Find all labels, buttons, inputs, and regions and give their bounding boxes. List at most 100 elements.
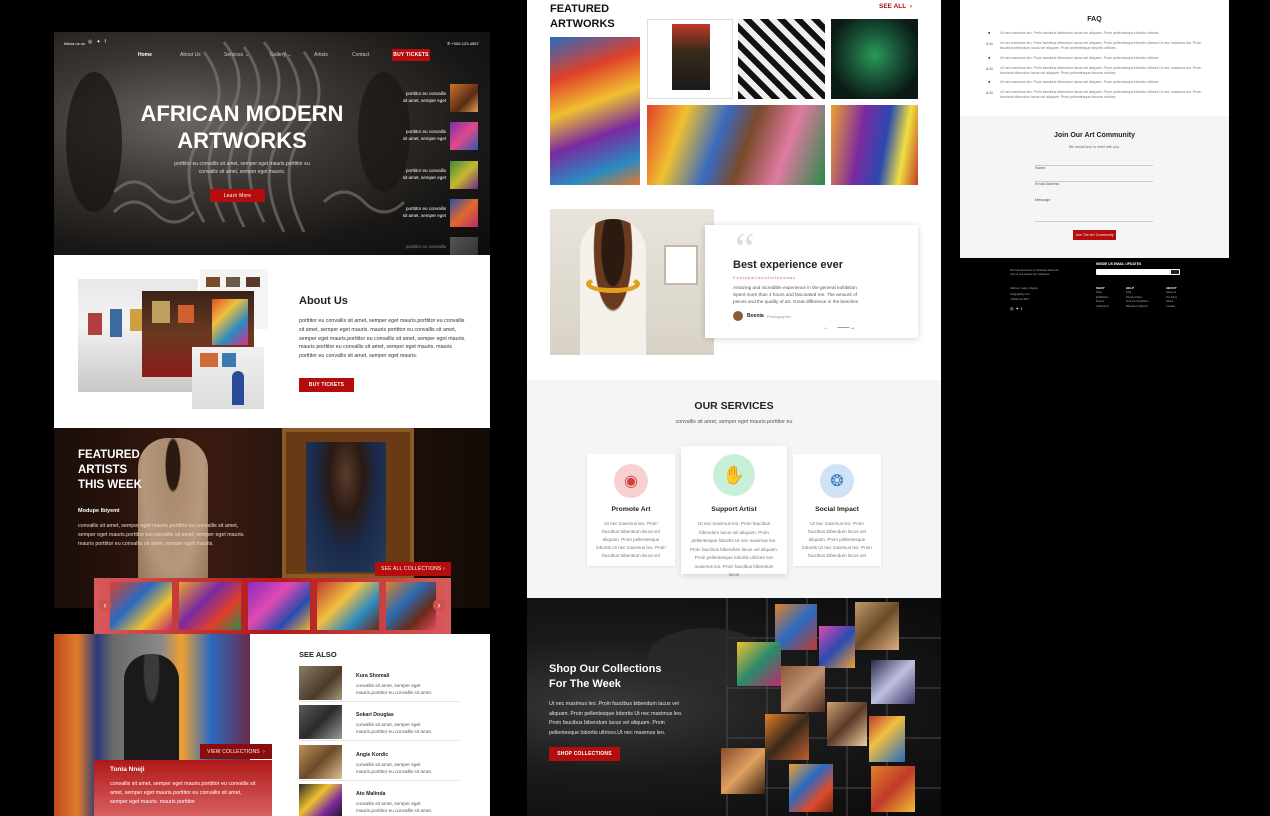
see-also-item[interactable]: Kura Shomali convallis sit amet, semper … bbox=[299, 666, 459, 702]
chevron-right-icon: › bbox=[437, 600, 441, 610]
side-item[interactable]: porttitor eu convallis sit amet, semper e… bbox=[392, 199, 482, 229]
arrow-right-icon[interactable]: ——→ bbox=[837, 325, 855, 331]
faq-answer: A:N Ut nec maximus leo. Proin faucibus bi… bbox=[986, 65, 1222, 79]
chevron-right-icon: › bbox=[262, 748, 265, 755]
hero-subtitle-line-2: convallis sit amet, semper eget mauris. bbox=[198, 169, 286, 175]
shop-collections-button[interactable]: SHOP COLLECTIONS bbox=[549, 747, 620, 761]
side-item-thumbnail bbox=[450, 199, 478, 227]
shop-artwork[interactable] bbox=[855, 602, 899, 650]
carousel-artwork[interactable] bbox=[248, 582, 310, 630]
featured-artists-title: FEATURED ARTISTS THIS WEEK bbox=[78, 448, 142, 493]
see-also-title: SEE ALSO bbox=[299, 650, 337, 659]
faq-text: faucibus bibendum lacus vel aliquam. Pro… bbox=[1000, 46, 1117, 50]
view-collections-button[interactable]: VIEW COLLECTIONS › bbox=[200, 744, 272, 759]
artwork-tile[interactable] bbox=[647, 105, 825, 185]
artwork-tile[interactable] bbox=[831, 19, 918, 99]
carousel-artwork[interactable] bbox=[179, 582, 241, 630]
see-all-link[interactable]: SEE ALL › bbox=[879, 3, 912, 10]
shop-artwork[interactable] bbox=[737, 642, 781, 686]
see-also-desc-line-2: mauris.porttitor eu convallis sit amet. bbox=[356, 690, 433, 695]
join-community-button[interactable]: Join The Art Community bbox=[1073, 230, 1116, 240]
artist-card-body: convallis sit amet, semper eget mauris.p… bbox=[110, 781, 256, 805]
learn-more-button[interactable]: Learn More bbox=[210, 189, 265, 202]
carousel-artwork[interactable] bbox=[110, 582, 172, 630]
reviewer-role: Photographer bbox=[767, 314, 792, 319]
service-card-title: Promote Art bbox=[611, 506, 651, 513]
services-title: OUR SERVICES bbox=[694, 400, 774, 412]
shop-artwork[interactable] bbox=[871, 660, 915, 704]
about-buy-tickets-button[interactable]: BUY TICKETS bbox=[299, 378, 354, 392]
shop-artwork[interactable] bbox=[775, 604, 817, 650]
page-column-2: FEATURED ARTWORKS SEE ALL › “ Best exper… bbox=[527, 0, 941, 816]
artwork-tile[interactable] bbox=[831, 105, 918, 185]
service-card[interactable]: ✋ Support Artist Ut nec maximus leo. Pro… bbox=[681, 446, 787, 577]
twitter-icon[interactable]: ✦ bbox=[96, 39, 100, 45]
carousel-artwork[interactable] bbox=[386, 582, 436, 630]
name-field[interactable]: Name bbox=[1035, 156, 1153, 170]
services-section: OUR SERVICES convallis sit amet, semper … bbox=[527, 380, 941, 598]
twitter-icon[interactable]: ✦ bbox=[1016, 306, 1019, 311]
nav-artists[interactable]: Artists bbox=[314, 52, 352, 58]
see-also-item[interactable]: Sokari Douglas convallis sit amet, sempe… bbox=[299, 705, 459, 741]
service-card[interactable]: ❂ Social Impact Ut nec maximus leo. Proi… bbox=[793, 454, 881, 566]
service-card-body: Ut nec maximus leo. Proin faucibus biben… bbox=[596, 521, 666, 558]
footer-link[interactable]: Collections bbox=[1096, 305, 1126, 310]
instagram-icon[interactable]: ◎ bbox=[88, 39, 92, 45]
join-title: Join Our Art Community bbox=[1053, 132, 1136, 139]
nav-gallery-label: Gallery bbox=[270, 52, 286, 58]
see-all-collections-button[interactable]: SEE ALL COLLECTIONS › bbox=[375, 562, 451, 576]
footer-link[interactable]: Contact bbox=[1166, 305, 1196, 310]
shop-body: Ut nec maximus leo. Proin faucibus biben… bbox=[549, 701, 683, 736]
carousel-prev-button[interactable]: ‹ bbox=[99, 599, 111, 611]
see-also-thumbnail bbox=[299, 666, 342, 700]
nav-contact[interactable]: Contact bbox=[352, 52, 392, 58]
message-field-label: Message bbox=[1035, 198, 1051, 202]
arrow-left-icon[interactable]: ← bbox=[823, 325, 831, 331]
nav-gallery[interactable]: Gallery ⌄ bbox=[270, 52, 314, 58]
carousel-artwork[interactable] bbox=[317, 582, 379, 630]
shop-artwork[interactable] bbox=[781, 666, 825, 712]
footer-address: Address: Lagos, Nigeria bbox=[1010, 287, 1038, 290]
email-field[interactable]: Email Address bbox=[1035, 172, 1153, 186]
side-item-line-1: porttitor eu convallis bbox=[405, 168, 446, 173]
visitor-back-figure bbox=[138, 438, 208, 588]
artwork-tile[interactable] bbox=[738, 19, 825, 99]
nav-buy-tickets-button[interactable]: BUY TICKETS bbox=[392, 49, 430, 61]
artwork-tile[interactable] bbox=[550, 37, 640, 185]
shop-artwork[interactable] bbox=[721, 748, 765, 794]
nav-home[interactable]: Home bbox=[138, 52, 180, 58]
service-card[interactable]: ◉ Promote Art Ut nec maximus leo. Proin … bbox=[587, 454, 675, 566]
testimonial-nav[interactable]: ← ——→ bbox=[823, 325, 855, 331]
shop-title-line-1: Shop Our Collections bbox=[549, 663, 662, 675]
answer-marker: A:N bbox=[986, 66, 993, 71]
facebook-icon[interactable]: f bbox=[105, 39, 106, 45]
faq-answer: A:N Ut nec maximus leo. Proin faucibus bi… bbox=[986, 40, 1222, 54]
see-also-item[interactable]: Ato Malinda convallis sit amet, semper e… bbox=[299, 784, 459, 816]
see-also-thumbnail bbox=[299, 745, 342, 779]
newsletter-submit-button[interactable] bbox=[1171, 270, 1179, 274]
side-item-text: porttitor eu convallis sit amet, semper e… bbox=[400, 128, 446, 142]
reviewer-name: Bosnia bbox=[747, 313, 764, 319]
instagram-icon[interactable]: ◎ bbox=[1010, 306, 1014, 311]
side-item[interactable]: porttitor eu convallis sit amet, semper e… bbox=[392, 122, 482, 152]
artwork-tile[interactable] bbox=[647, 19, 733, 99]
shop-artwork[interactable] bbox=[789, 764, 833, 812]
see-also-item[interactable]: Angie Kordic convallis sit amet, semper … bbox=[299, 745, 459, 781]
shop-artwork[interactable] bbox=[827, 702, 867, 746]
side-item[interactable]: porttitor eu convallis sit amet, semper e… bbox=[392, 84, 482, 114]
shop-artwork[interactable] bbox=[869, 716, 905, 762]
faq-text: Ut nec maximus leo. Proin faucibus biben… bbox=[1000, 66, 1202, 70]
nav-about[interactable]: About Us bbox=[180, 52, 224, 58]
footer-link[interactable]: Refunds & Returns bbox=[1126, 305, 1164, 310]
nav-services[interactable]: Services ⌄ bbox=[224, 52, 270, 58]
shop-artwork[interactable] bbox=[819, 626, 855, 668]
newsletter-input[interactable] bbox=[1096, 269, 1180, 275]
faq-text: Ut nec maximus leo. Proin faucibus biben… bbox=[1000, 31, 1160, 35]
side-item[interactable]: porttitor eu convallis sit amet, semper e… bbox=[392, 161, 482, 191]
side-item[interactable]: porttitor eu convallis bbox=[392, 237, 482, 255]
shop-artwork[interactable] bbox=[765, 714, 809, 760]
facebook-icon[interactable]: f bbox=[1021, 306, 1022, 311]
carousel-next-button[interactable]: › bbox=[433, 599, 445, 611]
message-field[interactable]: Message bbox=[1035, 188, 1153, 222]
shop-artwork[interactable] bbox=[871, 766, 915, 812]
